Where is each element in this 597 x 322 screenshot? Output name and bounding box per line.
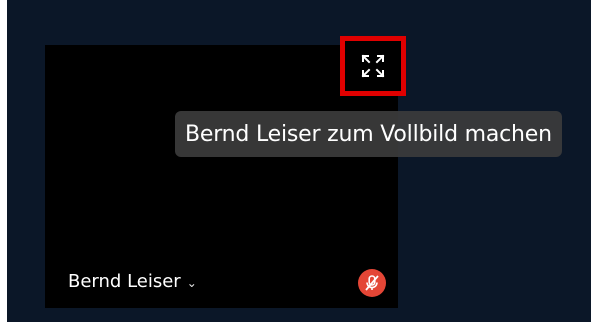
fullscreen-tooltip: Bernd Leiser zum Vollbild machen xyxy=(175,111,562,157)
participant-name-label: Bernd Leiser xyxy=(68,271,181,292)
participant-name-menu[interactable]: Bernd Leiser ⌄ xyxy=(68,271,197,292)
chevron-down-icon: ⌄ xyxy=(186,275,197,290)
meeting-view: Bernd Leiser ⌄ Bernd Leiser zum Vollbild… xyxy=(7,0,591,322)
fullscreen-button[interactable] xyxy=(340,36,406,96)
expand-arrows-icon xyxy=(359,52,387,80)
muted-mic-icon xyxy=(358,269,386,297)
